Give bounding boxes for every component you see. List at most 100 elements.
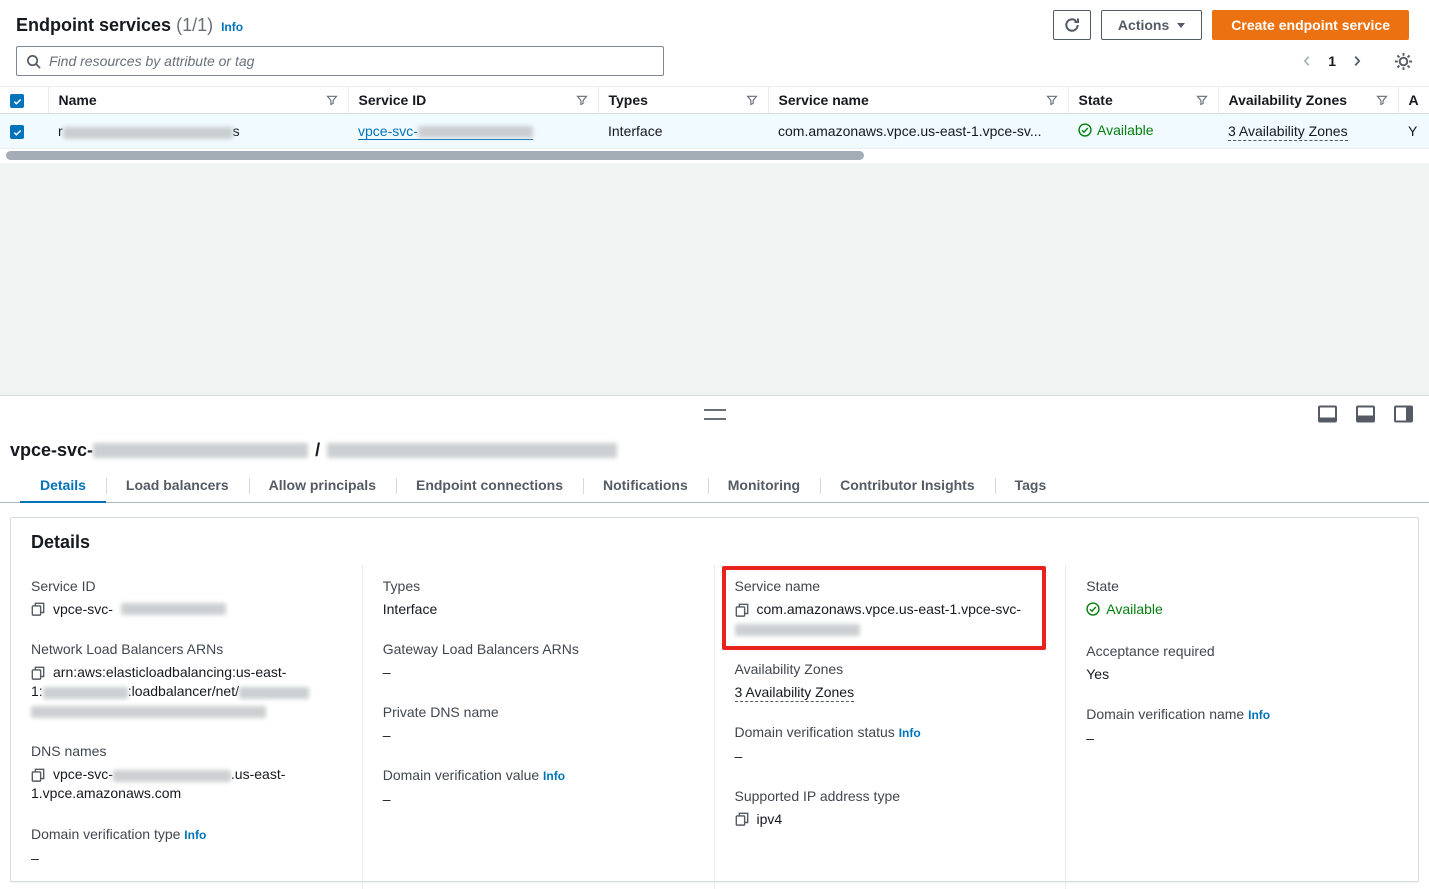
- field-value: –: [31, 849, 342, 867]
- info-link[interactable]: Info: [184, 828, 206, 842]
- redacted-text: [43, 687, 128, 699]
- split-panel-drag-handle[interactable]: [704, 409, 726, 420]
- split-panel-bottom-icon[interactable]: [1318, 406, 1337, 423]
- column-header-name[interactable]: Name: [48, 87, 348, 114]
- field-value: –: [383, 726, 694, 744]
- check-circle-icon: [1086, 602, 1100, 616]
- field-label: State: [1086, 577, 1398, 595]
- column-header-availability-zones[interactable]: Availability Zones: [1218, 87, 1398, 114]
- column-header-acceptance[interactable]: A: [1398, 87, 1429, 114]
- info-link[interactable]: Info: [543, 769, 565, 783]
- service-id-text: vpce-svc-: [358, 123, 418, 139]
- field-label: Domain verification type Info: [31, 825, 342, 844]
- field-label: Acceptance required: [1086, 642, 1398, 660]
- filter-icon[interactable]: [1376, 94, 1388, 106]
- gear-icon: [1394, 52, 1413, 71]
- filter-icon[interactable]: [576, 94, 588, 106]
- split-panel-side-icon[interactable]: [1394, 406, 1413, 423]
- details-column-1: Service ID vpce-svc- Network Load Balanc…: [11, 565, 363, 889]
- chevron-left-icon: [1300, 54, 1314, 68]
- chevron-right-icon: [1350, 54, 1364, 68]
- filter-icon[interactable]: [1196, 94, 1208, 106]
- actions-button[interactable]: Actions: [1101, 10, 1202, 40]
- redacted-text: [735, 624, 860, 636]
- field-value: –: [383, 663, 694, 681]
- service-name-line2: [735, 619, 1046, 638]
- copy-icon[interactable]: [31, 602, 45, 616]
- copy-icon[interactable]: [31, 768, 45, 782]
- dns-line2: 1.vpce.amazonaws.com: [31, 784, 342, 803]
- field-label: Types: [383, 577, 694, 595]
- field-value: –: [383, 790, 694, 808]
- details-column-4: State Available Acceptance required Yes: [1066, 565, 1418, 889]
- field-private-dns-name: Private DNS name –: [383, 703, 694, 744]
- search-icon: [26, 54, 41, 69]
- current-page[interactable]: 1: [1328, 53, 1336, 69]
- redacted-text: [121, 603, 226, 615]
- filter-icon[interactable]: [746, 94, 758, 106]
- service-id-value-text: vpce-svc-: [53, 600, 113, 618]
- tab-load-balancers[interactable]: Load balancers: [106, 471, 249, 502]
- search-input[interactable]: [47, 46, 663, 76]
- redacted-text: [31, 706, 266, 718]
- column-header-types[interactable]: Types: [598, 87, 768, 114]
- info-link[interactable]: Info: [221, 20, 243, 34]
- column-label: Name: [59, 92, 97, 108]
- tab-allow-principals[interactable]: Allow principals: [249, 471, 396, 502]
- split-panel-half-icon[interactable]: [1356, 406, 1375, 423]
- table-row[interactable]: rs vpce-svc- Interface com.amazonaws.vpc…: [0, 114, 1429, 149]
- select-all-checkbox[interactable]: [10, 94, 24, 108]
- filter-icon[interactable]: [1046, 94, 1058, 106]
- row-checkbox[interactable]: [10, 125, 24, 139]
- field-label: DNS names: [31, 742, 342, 760]
- column-label: Availability Zones: [1229, 92, 1348, 108]
- tab-details[interactable]: Details: [20, 471, 106, 502]
- copy-icon[interactable]: [31, 666, 45, 680]
- tab-contributor-insights[interactable]: Contributor Insights: [820, 471, 995, 502]
- state-text: Available: [1097, 122, 1154, 138]
- copy-icon[interactable]: [735, 603, 749, 617]
- field-gateway-lb-arns: Gateway Load Balancers ARNs –: [383, 640, 694, 681]
- create-endpoint-service-button[interactable]: Create endpoint service: [1212, 10, 1409, 40]
- column-header-state[interactable]: State: [1068, 87, 1218, 114]
- field-label: Service name: [735, 577, 1046, 595]
- column-label: Types: [609, 92, 648, 108]
- tab-tags[interactable]: Tags: [995, 471, 1067, 502]
- horizontal-scrollbar[interactable]: [6, 151, 1423, 160]
- redacted-text: [327, 443, 617, 458]
- info-link[interactable]: Info: [899, 726, 921, 740]
- cell-select: [0, 114, 48, 149]
- field-label: Supported IP address type: [735, 787, 1046, 805]
- column-header-service-name[interactable]: Service name: [768, 87, 1068, 114]
- name-text-end: s: [233, 123, 240, 139]
- column-label: State: [1079, 92, 1113, 108]
- field-types: Types Interface: [383, 577, 694, 618]
- field-domain-verification-status: Domain verification status Info –: [735, 723, 1046, 765]
- field-state: State Available: [1086, 577, 1398, 620]
- next-page-button[interactable]: [1350, 54, 1364, 68]
- tab-notifications[interactable]: Notifications: [583, 471, 708, 502]
- availability-zones-popover-trigger[interactable]: 3 Availability Zones: [735, 684, 855, 702]
- info-link[interactable]: Info: [1248, 708, 1270, 722]
- cell-service-name: com.amazonaws.vpce.us-east-1.vpce-sv...: [768, 114, 1068, 149]
- service-id-link[interactable]: vpce-svc-: [358, 124, 533, 140]
- copy-icon[interactable]: [735, 812, 749, 826]
- field-label: Network Load Balancers ARNs: [31, 640, 342, 658]
- tab-monitoring[interactable]: Monitoring: [708, 471, 820, 502]
- field-availability-zones: Availability Zones 3 Availability Zones: [735, 660, 1046, 701]
- tab-endpoint-connections[interactable]: Endpoint connections: [396, 471, 583, 502]
- horizontal-scrollbar-thumb[interactable]: [6, 151, 864, 160]
- field-label: Private DNS name: [383, 703, 694, 721]
- check-icon: [12, 96, 23, 107]
- availability-zones-popover-trigger[interactable]: 3 Availability Zones: [1228, 123, 1348, 141]
- cell-name: rs: [48, 114, 348, 149]
- previous-page-button[interactable]: [1300, 54, 1314, 68]
- arn-line2-mid: :loadbalancer/net/: [128, 683, 239, 699]
- preferences-button[interactable]: [1394, 52, 1413, 71]
- cell-service-id: vpce-svc-: [348, 114, 598, 149]
- panel-title-service-id: vpce-svc-: [10, 440, 93, 461]
- dns-mid: .us-east-: [231, 766, 285, 782]
- filter-icon[interactable]: [326, 94, 338, 106]
- refresh-button[interactable]: [1053, 10, 1091, 40]
- column-header-service-id[interactable]: Service ID: [348, 87, 598, 114]
